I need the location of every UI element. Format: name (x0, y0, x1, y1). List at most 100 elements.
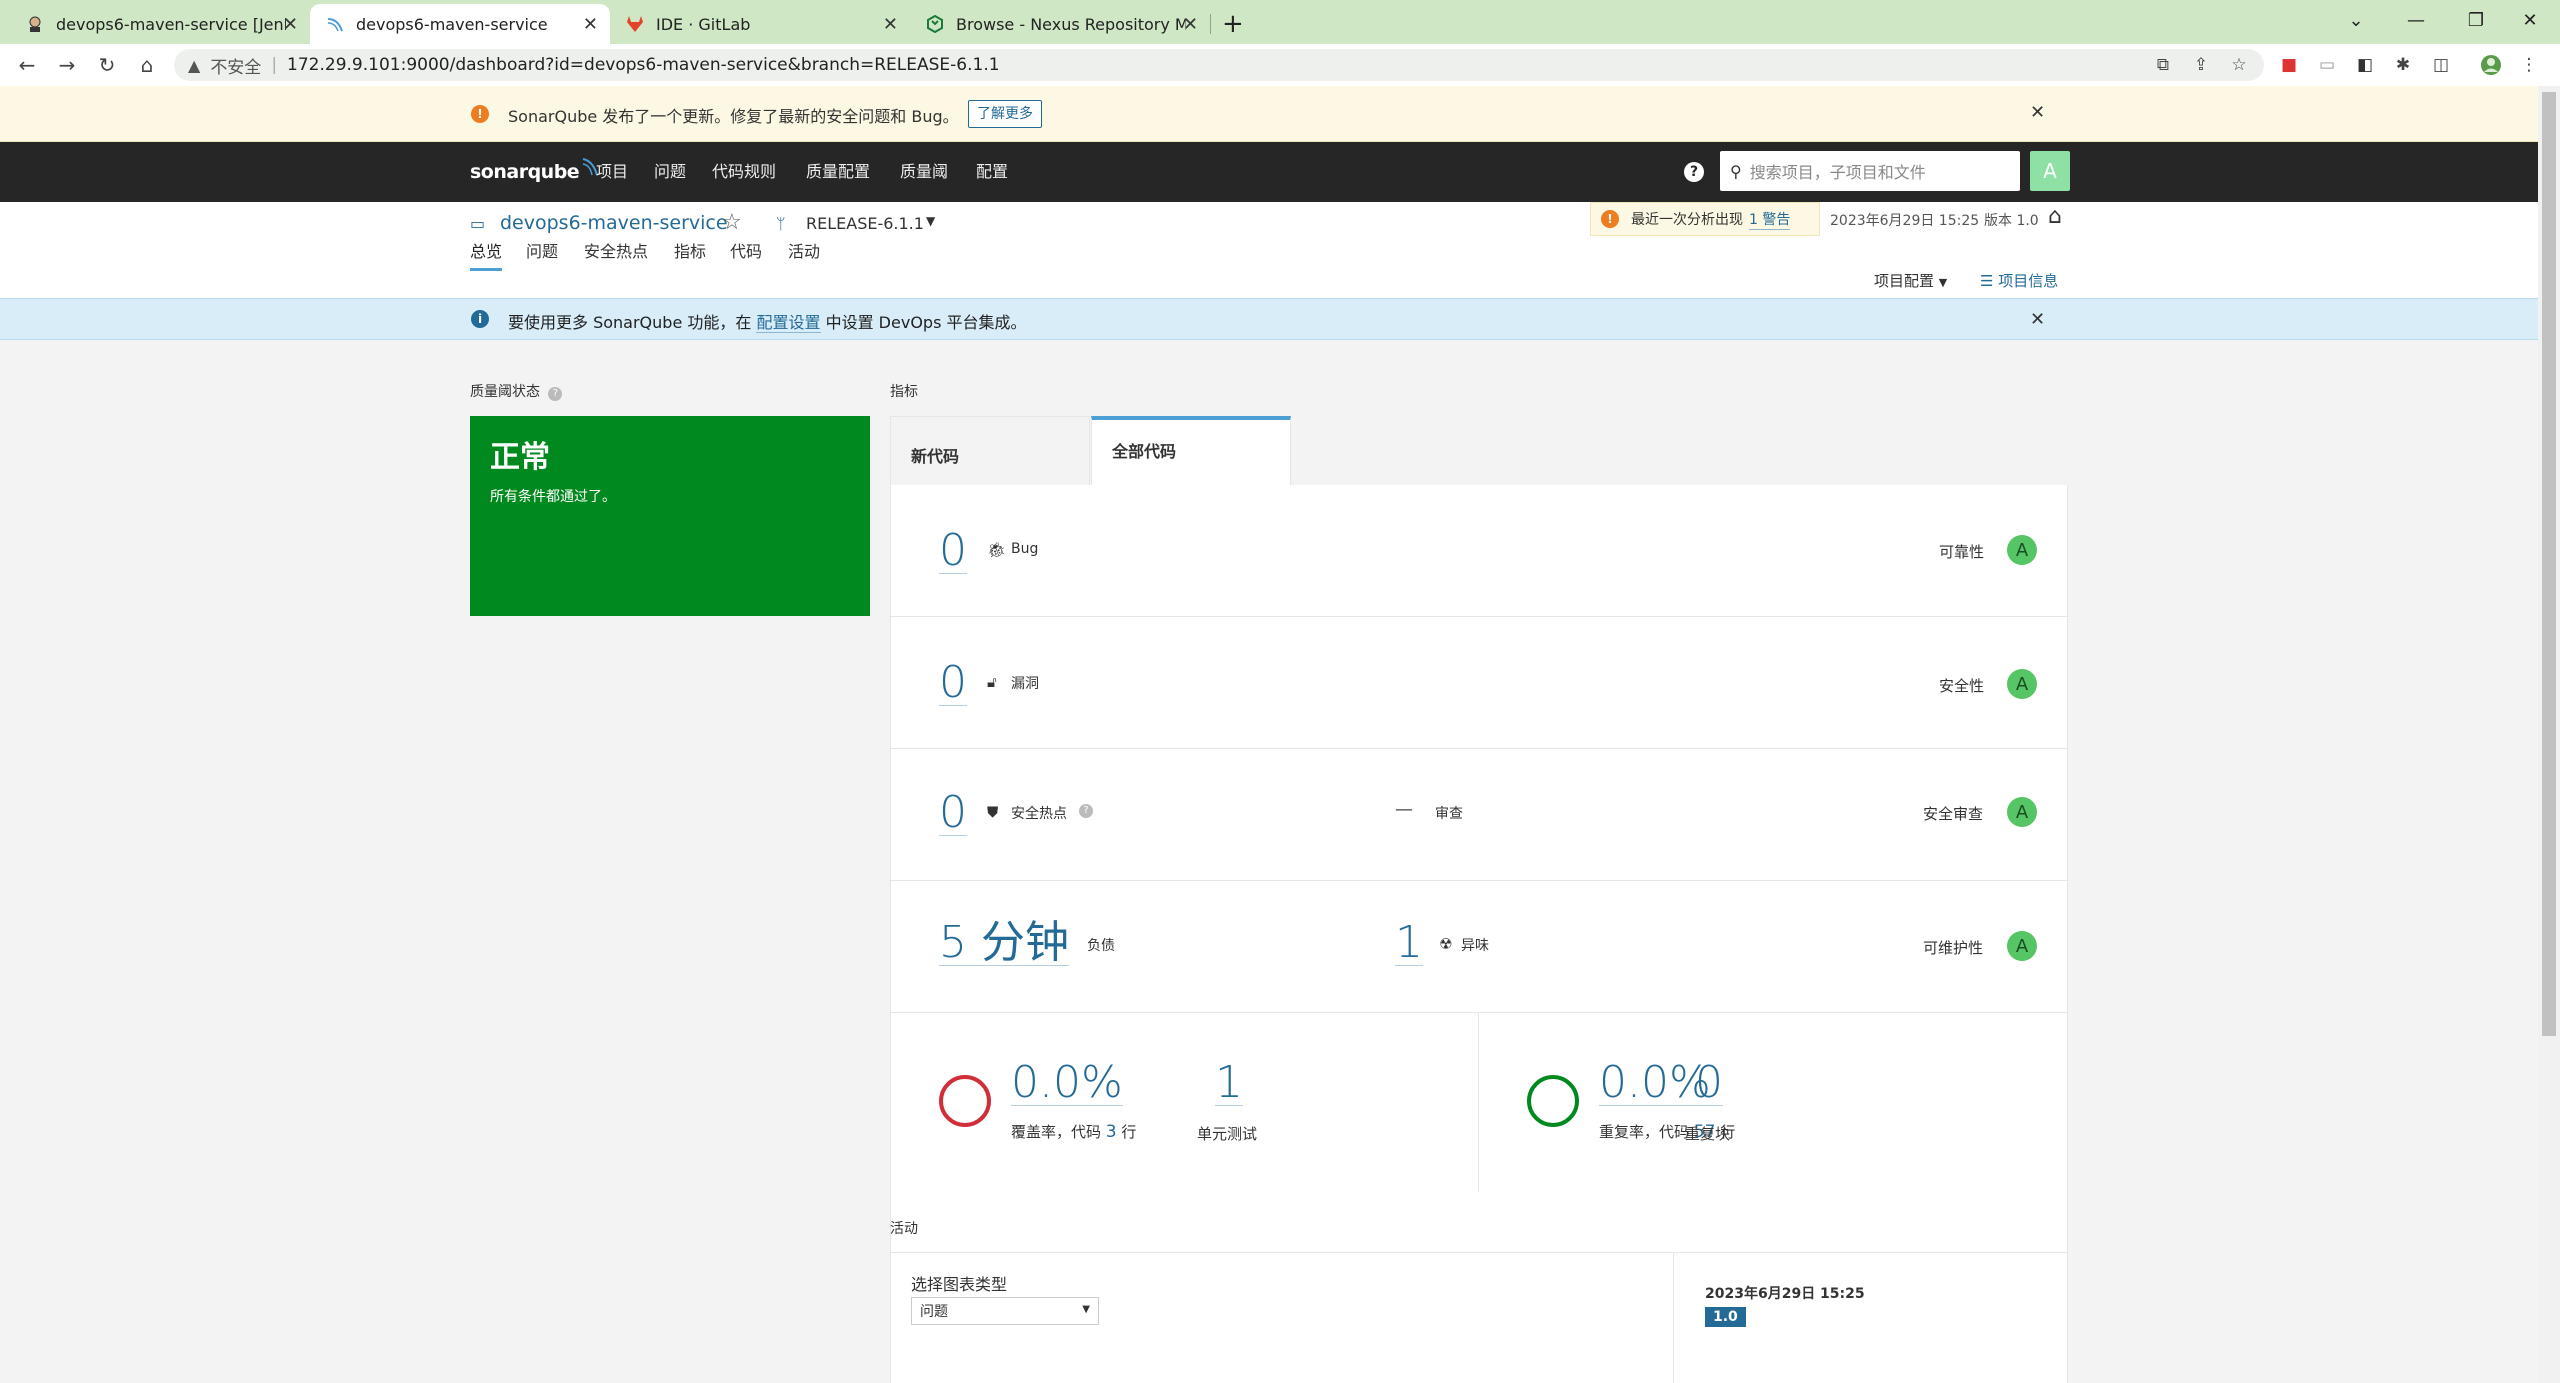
home-icon[interactable]: ⌂ (2048, 204, 2062, 229)
bugs-label: Bug (1011, 541, 1039, 557)
settings-link[interactable]: 配置设置 (756, 313, 821, 333)
extension-red-icon[interactable]: ■ (2276, 52, 2302, 78)
browser-tab-nexus[interactable]: Browse - Nexus Repository Manager ✕ (910, 4, 1210, 44)
unit-tests-value[interactable]: 1 (1215, 1061, 1243, 1106)
tab-title: Browse - Nexus Repository Manager (956, 14, 1186, 34)
menu-kebab-icon[interactable]: ⋮ (2516, 52, 2542, 78)
browser-tab-jenkins[interactable]: devops6-maven-service [Jenkins] ✕ (10, 4, 310, 44)
tab-activity[interactable]: 活动 (788, 238, 820, 262)
reload-icon[interactable]: ↻ (92, 50, 122, 80)
coverage-lines-link[interactable]: 3 (1106, 1122, 1117, 1142)
puzzle-extensions-icon[interactable]: ✱ (2390, 52, 2416, 78)
nav-issues[interactable]: 问题 (654, 142, 686, 202)
hotspots-reviewed-value: — (1395, 799, 1413, 820)
maintainability-rating[interactable]: A (2007, 931, 2037, 961)
jenkins-icon (26, 15, 44, 33)
extension-gray-icon[interactable]: ▭ (2314, 52, 2340, 78)
list-icon: ☰ (1980, 272, 1994, 290)
project-settings-menu[interactable]: 项目配置 ▼ (1874, 270, 1947, 291)
close-icon[interactable]: ✕ (2030, 309, 2045, 330)
close-icon[interactable]: ✕ (283, 14, 298, 35)
profile-icon[interactable] (2478, 52, 2504, 78)
restore-button[interactable]: ❐ (2446, 0, 2506, 40)
nav-administration[interactable]: 配置 (976, 142, 1008, 202)
home-icon[interactable]: ⌂ (132, 50, 162, 80)
translate-icon[interactable]: ⧉ (2150, 52, 2176, 78)
security-rating[interactable]: A (2007, 669, 2037, 699)
security-label: 安全性 (1939, 677, 1985, 695)
nav-quality-gates[interactable]: 质量阈 (900, 142, 948, 202)
scrollbar-thumb[interactable] (2542, 92, 2556, 1036)
duplicated-blocks-value[interactable]: 0 (1695, 1061, 1723, 1106)
debt-value[interactable]: 5 分钟 (939, 921, 1069, 966)
sonarqube-logo[interactable]: sonarqube (470, 142, 599, 202)
url-bar[interactable]: ▲ 不安全 | 172.29.9.101:9000/dashboard?id=d… (174, 49, 2264, 81)
coverage-label-prefix: 覆盖率，代码 (1011, 1123, 1102, 1141)
hotspots-label: 安全热点 (1011, 806, 1067, 822)
security-review-rating[interactable]: A (2007, 797, 2037, 827)
tab-overall-code[interactable]: 全部代码 (1091, 416, 1291, 486)
share-icon[interactable]: ⇪ (2188, 52, 2214, 78)
warning-triangle-icon[interactable]: ▲ (188, 56, 200, 75)
project-settings-label: 项目配置 (1874, 272, 1935, 290)
tab-security-hotspots[interactable]: 安全热点 (584, 238, 648, 262)
vulnerabilities-value[interactable]: 0 (939, 661, 967, 706)
help-icon[interactable]: ? (1079, 804, 1093, 818)
learn-more-button[interactable]: 了解更多 (968, 100, 1042, 128)
project-info-link[interactable]: ☰ 项目信息 (1980, 270, 2058, 291)
nav-projects[interactable]: 项目 (596, 142, 628, 202)
coverage-ring-icon (939, 1075, 991, 1127)
minimize-button[interactable]: — (2386, 0, 2446, 40)
help-icon[interactable]: ? (1684, 162, 1704, 182)
bug-icon: 🐞︎ (987, 541, 1007, 559)
close-icon[interactable]: ✕ (1183, 14, 1198, 35)
tab-issues[interactable]: 问题 (526, 238, 558, 262)
side-panel-icon[interactable]: ◫ (2428, 52, 2454, 78)
caret-down-icon: ▼ (1938, 276, 1948, 289)
nav-rules[interactable]: 代码规则 (712, 142, 776, 202)
coverage-value[interactable]: 0.0% (1011, 1061, 1123, 1106)
browser-tab-sonarqube[interactable]: devops6-maven-service ✕ (310, 4, 610, 44)
tab-measures[interactable]: 指标 (674, 238, 706, 262)
coverage-label-suffix: 行 (1121, 1123, 1137, 1141)
close-icon[interactable]: ✕ (583, 14, 598, 35)
reliability-rating[interactable]: A (2007, 535, 2037, 565)
code-smells-value[interactable]: 1 (1395, 921, 1423, 966)
help-icon[interactable]: ? (548, 387, 563, 401)
back-arrow-icon[interactable]: ← (12, 50, 42, 80)
warning-link[interactable]: 1 警告 (1749, 209, 1791, 230)
hotspots-value[interactable]: 0 (939, 791, 967, 836)
code-smells-label: 异味 (1461, 938, 1489, 954)
activity-panel: 选择图表类型 问题 ▼ 2023年6月29日 15:25 1.0 (890, 1252, 2068, 1383)
close-icon[interactable]: ✕ (883, 14, 898, 35)
hotspots-reviewed-label: 审查 (1435, 806, 1463, 822)
caret-down-icon[interactable]: ▼ (926, 214, 935, 228)
avatar[interactable]: A (2030, 151, 2070, 191)
branch-selector[interactable]: RELEASE-6.1.1 (806, 214, 924, 233)
warning-icon: ! (1601, 210, 1619, 228)
duplications-block: 0.0% 重复率，代码 57 行 0 重复块 (1479, 1013, 2067, 1191)
search-input[interactable]: ⚲ 搜索项目，子项目和文件 (1720, 151, 2020, 191)
analysis-warning[interactable]: ! 最近一次分析出现 1 警告 (1590, 202, 1820, 236)
tab-overview[interactable]: 总览 (470, 238, 503, 271)
tab-code[interactable]: 代码 (730, 238, 762, 262)
tab-new-code[interactable]: 新代码 (890, 416, 1090, 486)
project-name[interactable]: devops6-maven-service (500, 212, 728, 234)
browser-tab-gitlab[interactable]: IDE · GitLab ✕ (610, 4, 910, 44)
url-text: 172.29.9.101:9000/dashboard?id=devops6-m… (287, 55, 1000, 75)
bugs-value[interactable]: 0 (939, 529, 967, 574)
favorite-star-icon[interactable]: ☆ (722, 210, 742, 235)
project-info-label: 项目信息 (1998, 272, 2059, 290)
bookmark-star-icon[interactable]: ☆ (2226, 52, 2252, 78)
info-banner-text: 要使用更多 SonarQube 功能，在 配置设置 中设置 DevOps 平台集… (508, 309, 1027, 333)
tab-search-chevron-icon[interactable]: ⌄ (2326, 0, 2386, 40)
close-window-button[interactable]: ✕ (2500, 0, 2560, 40)
tab-title: IDE · GitLab (656, 14, 751, 34)
extension-dark-icon[interactable]: ◧ (2352, 52, 2378, 78)
chart-type-select[interactable]: 问题 ▼ (911, 1297, 1099, 1325)
close-icon[interactable]: ✕ (2030, 102, 2045, 123)
forward-arrow-icon[interactable]: → (52, 50, 82, 80)
new-tab-button[interactable]: + (1212, 4, 1256, 44)
quality-gate-heading: 质量阈状态 ? (470, 381, 563, 401)
nav-quality-profiles[interactable]: 质量配置 (806, 142, 870, 202)
